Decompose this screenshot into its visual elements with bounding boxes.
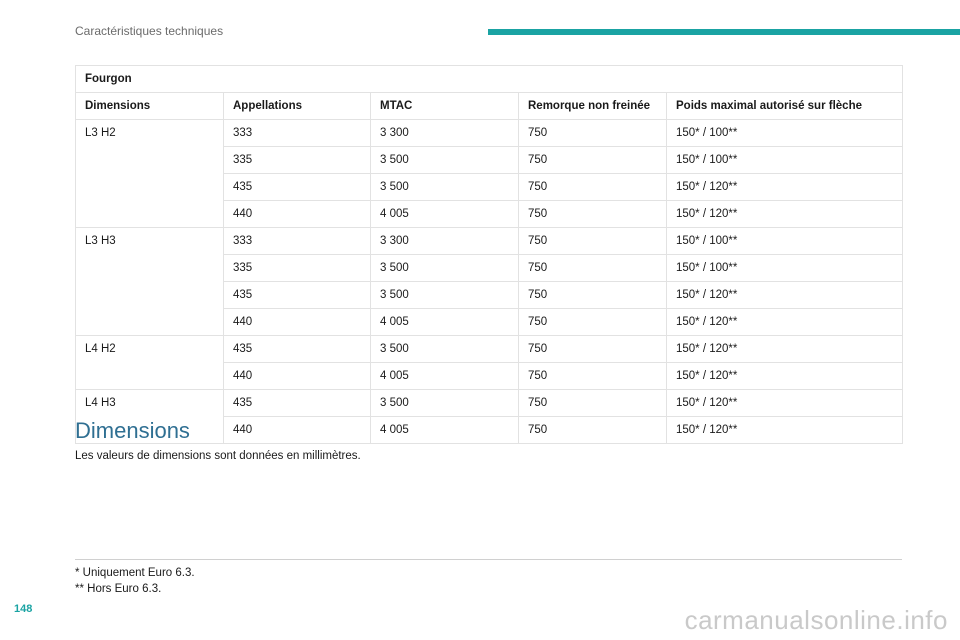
table-cell: 3 500 (370, 173, 519, 201)
table-header-row: Dimensions Appellations MTAC Remorque no… (75, 92, 903, 120)
specs-table: Fourgon Dimensions Appellations MTAC Rem… (75, 65, 903, 444)
table-cell: 3 300 (370, 227, 519, 255)
table-cell: 3 300 (370, 119, 519, 147)
table-cell: 150* / 100** (666, 254, 903, 282)
table-cell: 750 (518, 173, 667, 201)
table-cell: 3 500 (370, 335, 519, 363)
table-cell: 435 (223, 389, 371, 417)
table-cell: 335 (223, 254, 371, 282)
table-cell: 750 (518, 200, 667, 228)
footnote-divider (75, 559, 902, 560)
table-cell: 750 (518, 227, 667, 255)
column-header: Appellations (223, 92, 371, 120)
column-header: Dimensions (75, 92, 224, 120)
table-cell: 333 (223, 227, 371, 255)
table-cell: 3 500 (370, 389, 519, 417)
footnote: * Uniquement Euro 6.3. (75, 567, 195, 579)
table-cell: 750 (518, 416, 667, 444)
table-cell: 4 005 (370, 416, 519, 444)
dimensions-heading: Dimensions (75, 418, 190, 443)
table-cell: 150* / 120** (666, 308, 903, 336)
table-cell: 750 (518, 389, 667, 417)
table-cell: 150* / 120** (666, 362, 903, 390)
header-accent-bar (488, 29, 960, 35)
footnote: ** Hors Euro 6.3. (75, 583, 162, 595)
table-cell: 750 (518, 119, 667, 147)
dimensions-intro: Les valeurs de dimensions sont données e… (75, 450, 361, 462)
section-title: Caractéristiques techniques (75, 24, 224, 38)
table-cell: 150* / 100** (666, 227, 903, 255)
table-cell: 150* / 100** (666, 119, 903, 147)
table-cell: 440 (223, 416, 371, 444)
table-cell: 4 005 (370, 200, 519, 228)
table-cell: 4 005 (370, 362, 519, 390)
dimension-cell: L3 H3 (75, 227, 224, 336)
table-cell: 435 (223, 335, 371, 363)
table-cell: 4 005 (370, 308, 519, 336)
table-cell: 750 (518, 308, 667, 336)
table-cell: 333 (223, 119, 371, 147)
table-cell: 3 500 (370, 146, 519, 174)
table-cell: 150* / 120** (666, 200, 903, 228)
dimension-cell: L3 H2 (75, 119, 224, 228)
table-cell: 440 (223, 362, 371, 390)
table-row: L4 H3 435 3 500 750 150* / 120** (75, 389, 903, 444)
column-header: Remorque non freinée (518, 92, 667, 120)
table-cell: 150* / 120** (666, 173, 903, 201)
table-cell: 435 (223, 281, 371, 309)
table-cell: 750 (518, 362, 667, 390)
table-caption: Fourgon (75, 65, 903, 93)
column-header: MTAC (370, 92, 519, 120)
table-cell: 335 (223, 146, 371, 174)
table-body: L3 H2 333 3 300 750 150* / 100** 335 3 500 750 1… (75, 119, 903, 444)
table-cell: 440 (223, 200, 371, 228)
table-cell: 440 (223, 308, 371, 336)
table-row: L3 H3 333 3 300 750 150* / 100** (75, 227, 903, 336)
table-cell: 750 (518, 335, 667, 363)
table-cell: 3 500 (370, 281, 519, 309)
table-cell: 3 500 (370, 254, 519, 282)
page-number: 148 (14, 603, 33, 615)
table-cell: 150* / 120** (666, 416, 903, 444)
table-cell: 150* / 120** (666, 389, 903, 417)
table-row: L3 H2 333 3 300 750 150* / 100** (75, 119, 903, 228)
table-cell: 750 (518, 146, 667, 174)
column-header: Poids maximal autorisé sur flèche (666, 92, 903, 120)
table-cell: 750 (518, 254, 667, 282)
table-row: L4 H2 435 3 500 750 150* / 120** (75, 335, 903, 390)
table-cell: 150* / 120** (666, 335, 903, 363)
table-cell: 435 (223, 173, 371, 201)
table-cell: 150* / 100** (666, 146, 903, 174)
footnotes: * Uniquement Euro 6.3. ** Hors Euro 6.3. (75, 565, 195, 597)
table-cell: 150* / 120** (666, 281, 903, 309)
dimension-cell: L4 H2 (75, 335, 224, 390)
table-cell: 750 (518, 281, 667, 309)
watermark: carmanualsonline.info (684, 605, 948, 635)
